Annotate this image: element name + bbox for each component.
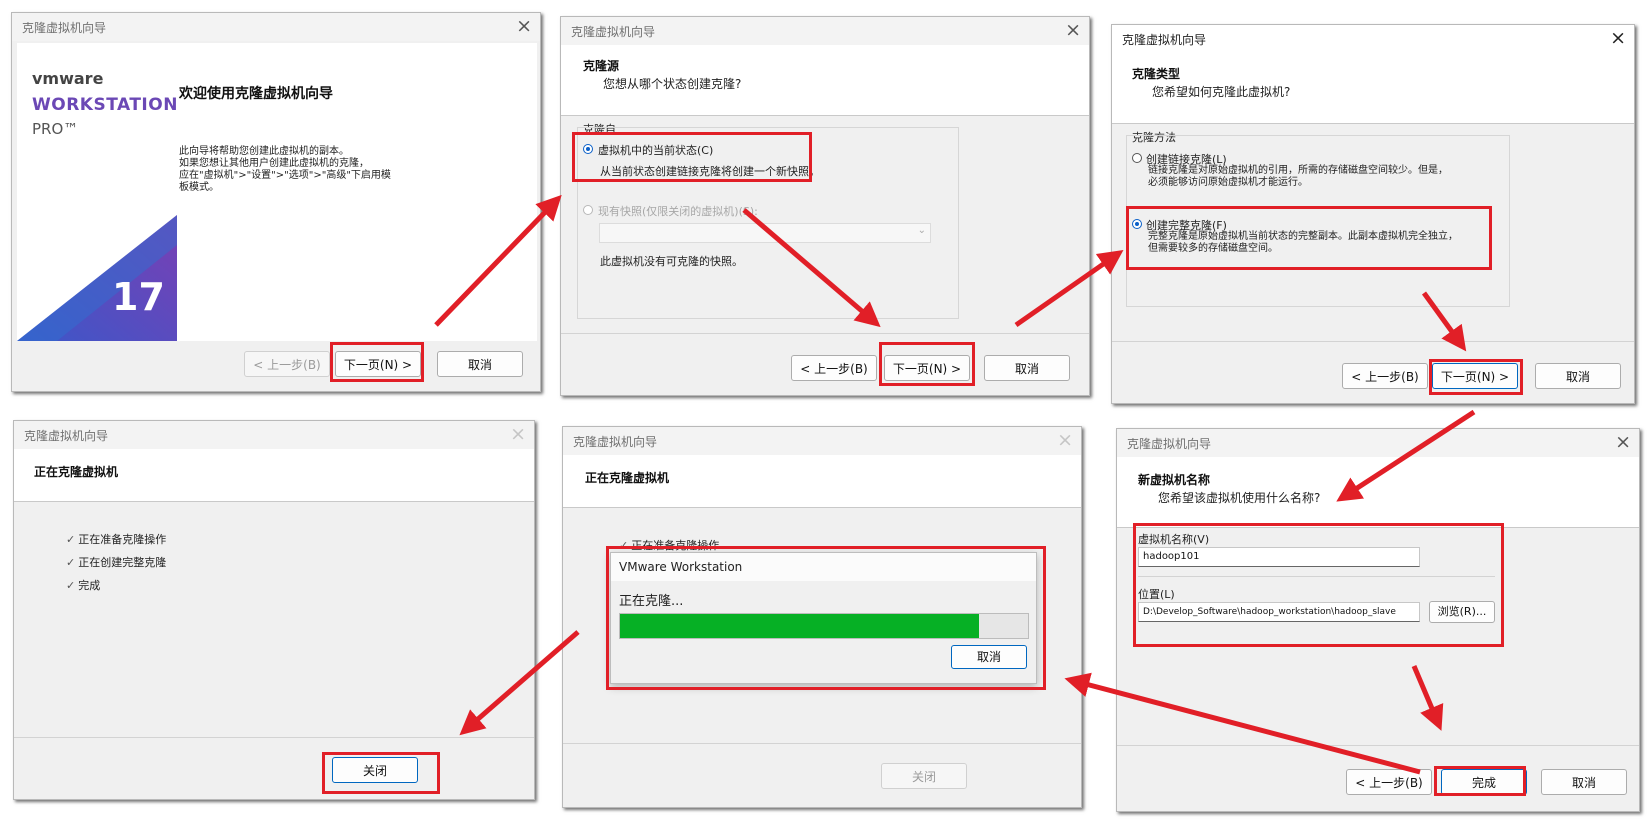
clone-done-dialog: 克隆虚拟机向导 × 正在克隆虚拟机 ✓ 正在准备克隆操作 ✓ 正在创建完整克隆 ✓ 完… <box>13 420 535 800</box>
page-title: 克隆类型 <box>1132 67 1181 81</box>
chevron-down-icon: ⌄ <box>917 225 926 236</box>
back-button[interactable]: < 上一步(B) <box>244 351 330 377</box>
window-title: 克隆虚拟机向导 <box>573 435 658 449</box>
option-existing-snapshot-label[interactable]: 现有快照(仅限关闭的虚拟机)(S): <box>598 203 758 219</box>
snapshot-select[interactable]: ⌄ <box>599 223 931 243</box>
desc-line: 必须能够访问原始虚拟机才能运行。 <box>1148 177 1308 188</box>
page-title: 正在克隆虚拟机 <box>34 465 119 479</box>
back-button[interactable]: < 上一步(B) <box>791 355 877 381</box>
close-icon[interactable]: × <box>516 15 532 37</box>
back-button[interactable]: < 上一步(B) <box>1346 769 1432 795</box>
page-title: 克隆源 <box>583 59 620 73</box>
clone-source-dialog: 克隆虚拟机向导 × 克隆源 您想从哪个状态创建克隆? 克隆自 虚拟机中的当前状态… <box>560 16 1090 396</box>
title-bar: 克隆虚拟机向导 × <box>561 17 1089 45</box>
step-label: 完成 <box>78 579 101 592</box>
header-panel: 克隆源 您想从哪个状态创建克隆? <box>561 45 1089 116</box>
highlight-close <box>322 752 440 794</box>
title-bar: 克隆虚拟机向导 × <box>12 13 540 41</box>
header-panel: 新虚拟机名称 您希望该虚拟机使用什么名称? <box>1117 457 1639 528</box>
window-title: 克隆虚拟机向导 <box>1127 437 1212 451</box>
close-icon[interactable]: × <box>1057 429 1073 451</box>
linked-clone-desc: 链接克隆是对原始虚拟机的引用，所需的存储磁盘空间较少。但是， 必须能够访问原始虚… <box>1148 165 1448 189</box>
check-icon: ✓ <box>66 579 76 592</box>
welcome-body-line: 此向导将帮助您创建此虚拟机的副本。 <box>179 146 349 157</box>
welcome-body-line: 如果您想让其他用户创建此虚拟机的克隆， <box>179 158 369 169</box>
window-title: 克隆虚拟机向导 <box>571 25 656 39</box>
page-title: 正在克隆虚拟机 <box>585 471 670 485</box>
highlight-next-3 <box>1429 359 1523 395</box>
page-subtitle: 您希望该虚拟机使用什么名称? <box>1158 491 1321 505</box>
page-subtitle: 您希望如何克隆此虚拟机? <box>1152 85 1291 99</box>
radio-linked-clone[interactable] <box>1132 153 1142 163</box>
divider <box>561 333 1089 334</box>
highlight-progress-popup <box>606 546 1046 690</box>
back-button[interactable]: < 上一步(B) <box>1342 363 1428 389</box>
close-icon[interactable]: × <box>1065 19 1081 41</box>
welcome-heading: 欢迎使用克隆虚拟机向导 <box>179 86 333 102</box>
workstation-logo-text: WORKSTATION <box>32 95 178 115</box>
divider <box>1117 745 1639 746</box>
header-panel: 正在克隆虚拟机 <box>563 455 1081 508</box>
window-title: 克隆虚拟机向导 <box>22 21 107 35</box>
step-item: ✓ 正在创建完整克隆 <box>66 554 166 570</box>
pro-logo-text: PRO™ <box>32 120 79 138</box>
welcome-body: 此向导将帮助您创建此虚拟机的副本。 如果您想让其他用户创建此虚拟机的克隆， 应在… <box>179 146 391 194</box>
desc-line: 链接克隆是对原始虚拟机的引用，所需的存储磁盘空间较少。但是， <box>1148 165 1448 176</box>
close-icon[interactable]: × <box>510 423 526 445</box>
highlight-next-2 <box>879 342 975 386</box>
divider <box>1112 341 1634 342</box>
welcome-dialog: 克隆虚拟机向导 × vmware WORKSTATION PRO™ 17 欢迎使… <box>11 12 541 392</box>
header-panel: 克隆类型 您希望如何克隆此虚拟机? <box>1112 53 1634 124</box>
check-icon: ✓ <box>66 556 76 569</box>
cancel-button[interactable]: 取消 <box>1535 363 1621 389</box>
step-item: ✓ 完成 <box>66 577 100 593</box>
version-number: 17 <box>112 275 165 319</box>
divider <box>563 743 1081 744</box>
highlight-name-location <box>1133 523 1504 647</box>
step-label: 正在准备克隆操作 <box>78 533 167 546</box>
divider <box>14 737 534 738</box>
highlight-finish <box>1434 766 1526 796</box>
radio-existing-snapshot[interactable] <box>583 205 593 215</box>
close-icon[interactable]: × <box>1615 431 1631 453</box>
welcome-panel: vmware WORKSTATION PRO™ 17 欢迎使用克隆虚拟机向导 此… <box>17 43 537 341</box>
page-title: 新虚拟机名称 <box>1138 473 1211 487</box>
highlight-full-clone <box>1126 206 1492 270</box>
no-snapshot-text: 此虚拟机没有可克隆的快照。 <box>600 255 743 268</box>
step-label: 正在创建完整克隆 <box>78 556 167 569</box>
welcome-body-line: 板模式。 <box>179 182 219 193</box>
highlight-next-1 <box>330 342 424 382</box>
title-bar: 克隆虚拟机向导 × <box>1112 25 1634 53</box>
header-panel: 正在克隆虚拟机 <box>14 449 534 502</box>
welcome-body-line: 应在"虚拟机">"设置">"选项">"高级"下启用模 <box>179 170 391 181</box>
window-title: 克隆虚拟机向导 <box>24 429 109 443</box>
page-subtitle: 您想从哪个状态创建克隆? <box>603 77 742 91</box>
title-bar: 克隆虚拟机向导 × <box>563 427 1081 455</box>
close-icon[interactable]: × <box>1610 27 1626 49</box>
cancel-button[interactable]: 取消 <box>1541 769 1627 795</box>
cancel-button[interactable]: 取消 <box>984 355 1070 381</box>
cancel-button[interactable]: 取消 <box>437 351 523 377</box>
title-bar: 克隆虚拟机向导 × <box>1117 429 1639 457</box>
window-title: 克隆虚拟机向导 <box>1122 33 1207 47</box>
step-item: ✓ 正在准备克隆操作 <box>66 531 166 547</box>
highlight-current-state <box>572 132 812 182</box>
check-icon: ✓ <box>66 533 76 546</box>
close-button[interactable]: 关闭 <box>881 763 967 789</box>
title-bar: 克隆虚拟机向导 × <box>14 421 534 449</box>
vmware-logo: vmware <box>32 69 104 88</box>
